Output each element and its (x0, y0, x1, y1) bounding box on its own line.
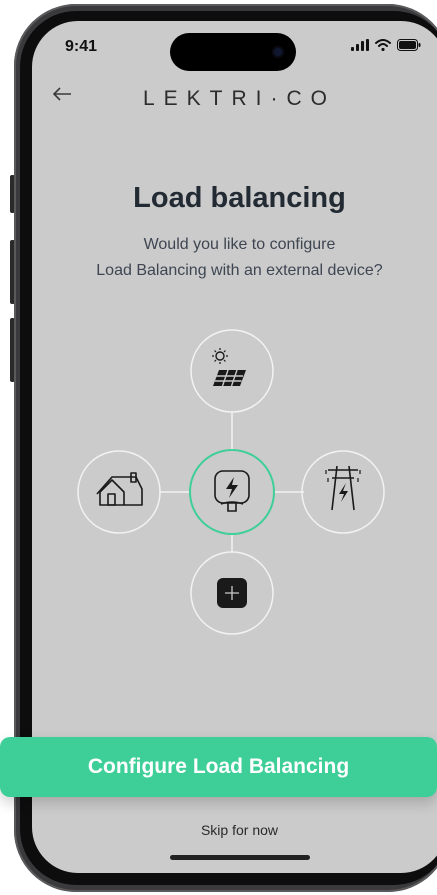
house-icon (96, 472, 143, 506)
configure-load-balancing-button[interactable]: Configure Load Balancing (0, 737, 437, 797)
pylon-node[interactable] (301, 450, 385, 534)
charger-icon (214, 470, 250, 512)
house-node[interactable] (77, 450, 161, 534)
solar-panel-icon (212, 348, 246, 387)
home-indicator (170, 855, 310, 860)
skip-link[interactable]: Skip for now (32, 822, 437, 838)
charger-node[interactable] (189, 449, 275, 535)
power-pylon-icon (325, 465, 361, 511)
meter-icon (217, 578, 247, 608)
meter-node[interactable] (190, 551, 274, 635)
solar-node[interactable] (190, 329, 274, 413)
